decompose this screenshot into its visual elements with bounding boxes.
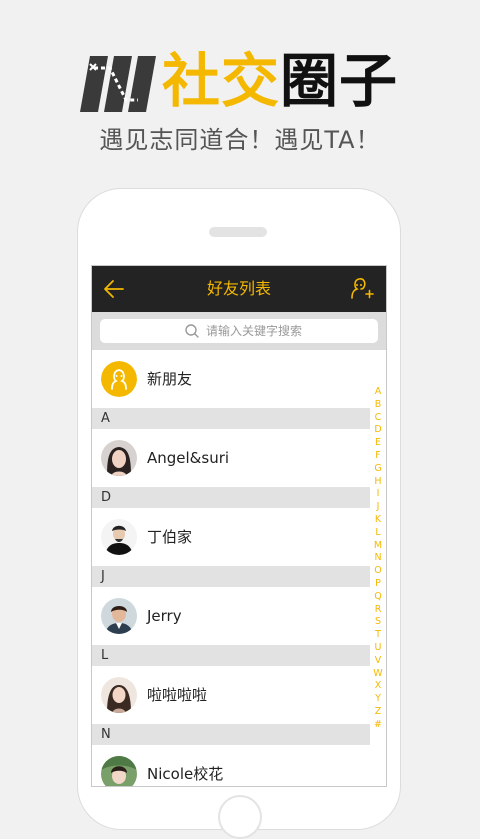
promo-subtitle: 遇见志同道合！遇见TA！ [99,126,381,154]
contact-avatar [101,519,137,555]
index-letter[interactable]: Q [370,591,386,604]
new-friends-label: 新朋友 [147,370,193,388]
contact-list: 新朋友 A Angel&suri D 丁伯家 J Jerry L 啦啦啦啦 N … [92,350,370,786]
contact-row[interactable]: 丁伯家 [92,508,370,566]
index-letter[interactable]: K [370,514,386,527]
contact-avatar [101,598,137,634]
index-letter[interactable]: E [370,437,386,450]
contact-name: Jerry [147,607,182,625]
index-letter[interactable]: L [370,527,386,540]
new-friends-item[interactable]: 新朋友 [92,350,370,408]
index-letter[interactable]: R [370,604,386,617]
promo-title-part2: 圈子 [280,47,399,115]
index-letter[interactable]: I [370,488,386,501]
contact-name: Nicole校花 [147,765,224,783]
alphabet-index-bar[interactable]: A B C D E F G H I J K L M N O P Q R S T U V W X Y Z # [370,386,386,732]
index-letter[interactable]: A [370,386,386,399]
add-friend-icon[interactable] [348,276,374,302]
search-input[interactable]: 请输入关键字搜索 [100,319,378,343]
section-header-a: A [92,408,370,429]
index-letter[interactable]: Y [370,693,386,706]
section-header-d: D [92,487,370,508]
index-letter[interactable]: B [370,399,386,412]
index-letter[interactable]: N [370,552,386,565]
section-header-l: L [92,645,370,666]
index-letter[interactable]: U [370,642,386,655]
contact-name: 丁伯家 [147,528,193,546]
index-letter[interactable]: V [370,655,386,668]
index-letter[interactable]: J [370,501,386,514]
search-bar: 请输入关键字搜索 [92,312,386,350]
index-letter[interactable]: O [370,565,386,578]
index-letter[interactable]: C [370,412,386,425]
search-icon [185,324,199,338]
app-logo-icon [80,56,156,112]
contact-name: Angel&suri [147,449,230,467]
new-friends-icon [101,361,137,397]
contact-avatar [101,756,137,786]
index-letter[interactable]: M [370,540,386,553]
index-letter[interactable]: T [370,629,386,642]
app-screen: 好友列表 请输入关键字搜索 新朋友 A Angel&suri D 丁伯家 J J… [91,265,387,787]
contact-row[interactable]: Jerry [92,587,370,645]
app-header: 好友列表 [92,266,386,312]
search-placeholder: 请输入关键字搜索 [206,324,303,338]
section-header-j: J [92,566,370,587]
section-header-n: N [92,724,370,745]
index-letter[interactable]: D [370,424,386,437]
index-letter[interactable]: S [370,616,386,629]
phone-home-button [218,795,262,839]
contact-avatar [101,440,137,476]
index-letter[interactable]: P [370,578,386,591]
contact-name: 啦啦啦啦 [147,686,208,704]
phone-speaker [209,227,267,237]
promo-title: 社交圈子 [162,48,398,114]
contact-avatar [101,677,137,713]
index-letter[interactable]: # [370,719,386,732]
index-letter[interactable]: Z [370,706,386,719]
page-title: 好友列表 [206,279,271,298]
back-arrow-icon[interactable] [102,277,126,301]
index-letter[interactable]: F [370,450,386,463]
contact-row[interactable]: Nicole校花 [92,745,370,786]
index-letter[interactable]: H [370,476,386,489]
index-letter[interactable]: X [370,680,386,693]
promo-title-part1: 社交 [162,47,281,115]
index-letter[interactable]: W [370,668,386,681]
index-letter[interactable]: G [370,463,386,476]
contact-row[interactable]: Angel&suri [92,429,370,487]
contact-row[interactable]: 啦啦啦啦 [92,666,370,724]
